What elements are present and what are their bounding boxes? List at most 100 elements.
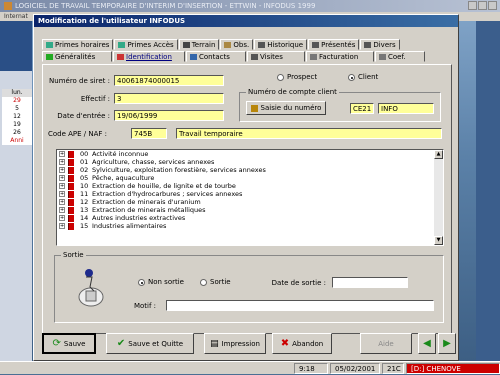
date-sortie-field[interactable] — [332, 277, 408, 288]
prospect-radio[interactable]: Prospect — [277, 73, 317, 81]
tab-terrain[interactable]: Terrain — [178, 39, 220, 50]
group-title: Sortie — [61, 251, 86, 259]
list-item[interactable]: +13 Extraction de minerais métalliques — [57, 206, 443, 214]
effectif-field[interactable]: 3 — [114, 93, 224, 104]
tab-coef[interactable]: Coef. — [375, 51, 425, 62]
expand-icon[interactable]: + — [59, 215, 65, 221]
green-check-icon — [46, 53, 53, 60]
tab-facturation[interactable]: Facturation — [306, 51, 374, 62]
sortie-group: Sortie — [54, 251, 444, 323]
radio-dot — [277, 73, 284, 81]
ape-text-field[interactable]: Travail temporaire — [176, 128, 442, 139]
expand-icon[interactable]: + — [59, 207, 65, 213]
tab-historique[interactable]: Historique — [254, 39, 308, 50]
client-radio[interactable]: Client — [348, 73, 378, 81]
activities-tree[interactable]: +00 Activité inconnue +01 Agriculture, cha… — [56, 149, 444, 246]
list-item[interactable]: +14 Autres industries extractives — [57, 214, 443, 222]
compte-code-field[interactable]: CE21 — [350, 103, 374, 114]
calendar-day[interactable]: 5 — [2, 105, 32, 113]
list-item[interactable]: +05 Pêche, aquaculture — [57, 174, 443, 182]
tab-identification[interactable]: Identification — [113, 51, 185, 62]
tab-generalites[interactable]: Généralités — [42, 51, 112, 62]
date-entree-label: Date d'entrée : — [57, 112, 110, 120]
prev-arrow-button[interactable]: ◀ — [418, 333, 436, 354]
calendar-day[interactable]: 19 — [2, 121, 32, 129]
list-item[interactable]: +01 Agriculture, chasse, services annexes — [57, 158, 443, 166]
list-item[interactable]: +10 Extraction de houille, de lignite et … — [57, 182, 443, 190]
book-icon — [68, 174, 74, 182]
flag-icon — [182, 41, 190, 48]
folder-icon — [258, 41, 266, 48]
printer-icon: ▤ — [210, 338, 219, 349]
menu-item[interactable]: Internat — [4, 13, 28, 20]
tab-obs[interactable]: Obs. — [220, 39, 254, 50]
activity-label: Sylviculture, exploitation forestière, s… — [92, 166, 266, 174]
tab-presentes[interactable]: Présentés — [308, 39, 360, 50]
calendar-day[interactable]: 26 — [2, 129, 32, 137]
list-item[interactable]: +00 Activité inconnue — [57, 150, 443, 158]
expand-icon[interactable]: + — [59, 159, 65, 165]
button-label: Sauve et Quitte — [128, 339, 184, 348]
motif-field[interactable] — [166, 300, 434, 311]
tab-divers[interactable]: Divers — [360, 39, 400, 50]
status-drive: [D:] CHENOVE — [406, 363, 500, 374]
tab-label: Coef. — [388, 52, 406, 61]
book-icon — [68, 214, 74, 222]
tab-label: Généralités — [55, 52, 96, 61]
impression-button[interactable]: ▤ Impression — [204, 333, 266, 354]
expand-icon[interactable]: + — [59, 167, 65, 173]
expand-icon[interactable]: + — [59, 191, 65, 197]
list-item[interactable]: +02 Sylviculture, exploitation forestière… — [57, 166, 443, 174]
scroll-down-arrow[interactable]: ▼ — [434, 236, 443, 245]
maximize-button[interactable] — [478, 1, 487, 10]
card-icon — [117, 53, 124, 60]
app-title: LOGICIEL DE TRAVAIL TEMPORAIRE D'INTERIM… — [15, 2, 316, 10]
expand-icon[interactable]: + — [59, 223, 65, 229]
minimize-button[interactable] — [468, 1, 477, 10]
next-arrow-button[interactable]: ▶ — [438, 333, 456, 354]
book-icon — [68, 190, 74, 198]
non-sortie-radio[interactable]: Non sortie — [138, 278, 184, 286]
scroll-track[interactable] — [434, 159, 443, 236]
window-controls — [467, 1, 497, 12]
expand-icon[interactable]: + — [59, 183, 65, 189]
activity-label: Agriculture, chasse, services annexes — [92, 158, 215, 166]
date-entree-field[interactable]: 19/06/1999 — [114, 110, 224, 121]
compte-name-field[interactable]: INFO — [378, 103, 434, 114]
checkmark-icon: ✔ — [116, 338, 126, 349]
abandon-button[interactable]: ✖ Abandon — [272, 333, 332, 354]
scroll-up-arrow[interactable]: ▲ — [434, 150, 443, 159]
activity-label: Industries alimentaires — [92, 222, 167, 230]
expand-icon[interactable]: + — [59, 175, 65, 181]
tab-primes-acces[interactable]: Primes Accès — [114, 39, 178, 50]
calendar-day[interactable]: 29 — [2, 97, 32, 105]
list-item[interactable]: +15 Industries alimentaires — [57, 222, 443, 230]
ape-label: Code APE / NAF : — [48, 130, 108, 138]
calendar-day[interactable]: 12 — [2, 113, 32, 121]
sauve-quitte-button[interactable]: ✔ Sauve et Quitte — [106, 333, 194, 354]
list-scrollbar[interactable]: ▲ ▼ — [434, 150, 443, 245]
tab-visites[interactable]: Visites — [247, 51, 305, 62]
sauve-button[interactable]: ⟳ Sauve — [42, 333, 96, 354]
activity-code: 00 — [80, 150, 89, 158]
tab-primes-horaires[interactable]: Primes horaires — [42, 39, 114, 50]
button-label: Aide — [378, 339, 394, 348]
motif-label: Motif : — [133, 302, 156, 310]
close-button[interactable] — [488, 1, 497, 10]
tab-contacts[interactable]: Contacts — [186, 51, 246, 62]
list-item[interactable]: +12 Extraction de minerais d'uranium — [57, 198, 443, 206]
activity-label: Extraction de minerais métalliques — [92, 206, 206, 214]
expand-icon[interactable]: + — [59, 151, 65, 157]
ape-code-field[interactable]: 745B — [131, 128, 167, 139]
saisie-numero-button[interactable]: Saisie du numéro — [246, 101, 326, 115]
activity-code: 10 — [80, 182, 89, 190]
list-item[interactable]: +11 Extraction d'hydrocarbures ; services… — [57, 190, 443, 198]
coef-icon — [379, 53, 386, 60]
siret-field[interactable]: 40061874000015 — [114, 75, 224, 86]
expand-icon[interactable]: + — [59, 199, 65, 205]
right-panel — [476, 21, 500, 361]
sortie-radio[interactable]: Sortie — [200, 278, 231, 286]
book-icon — [68, 206, 74, 214]
radio-label: Prospect — [287, 73, 318, 81]
aide-button[interactable]: Aide — [360, 333, 412, 354]
